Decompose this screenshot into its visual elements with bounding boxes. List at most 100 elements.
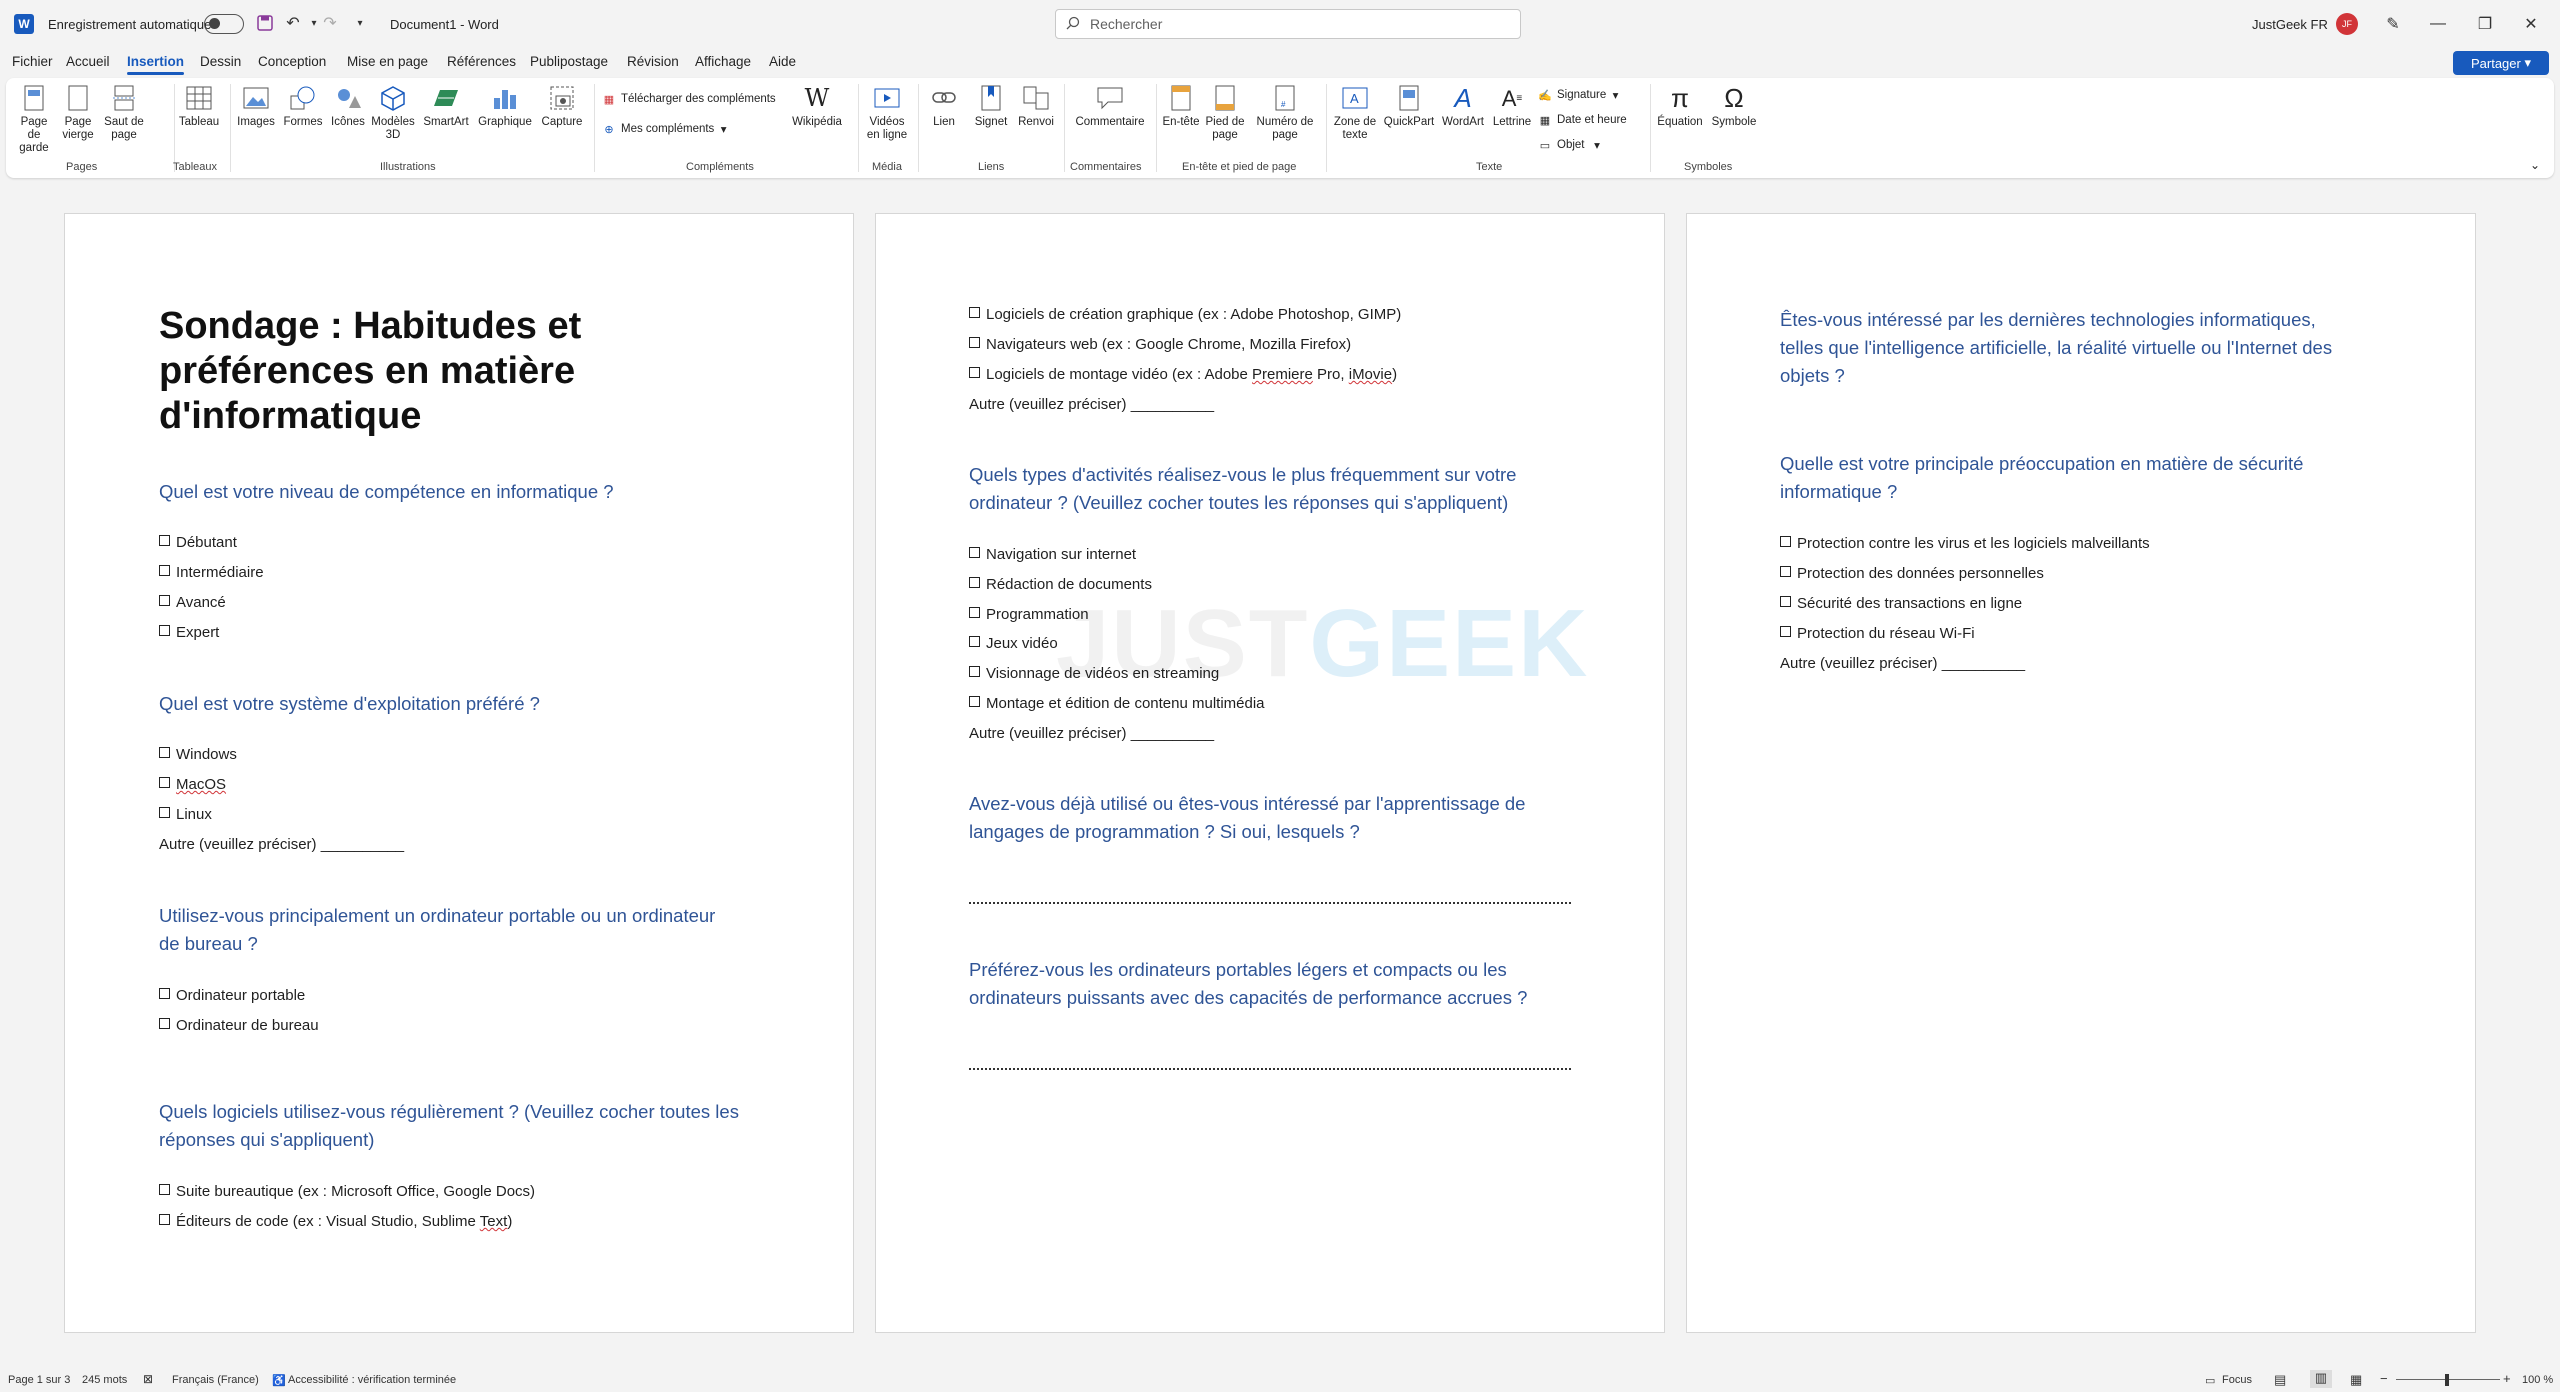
numero-de-page-button[interactable]: # Numéro de page (1252, 84, 1318, 142)
customize-toolbar-icon[interactable]: ▾ (350, 13, 370, 33)
checkbox-option[interactable]: Ordinateur portable (159, 987, 305, 1004)
icones-button[interactable]: Icônes (328, 84, 368, 129)
accessibility-icon[interactable]: ♿ (272, 1374, 286, 1387)
account-name[interactable]: JustGeek FR (2252, 0, 2328, 48)
checkbox-option[interactable]: Protection des données personnelles (1780, 565, 2044, 582)
signet-button[interactable]: Signet (968, 84, 1014, 129)
tab-dessin[interactable]: Dessin (200, 54, 241, 69)
checkbox-option[interactable]: Logiciels de création graphique (ex : Ad… (969, 306, 1401, 323)
close-button[interactable]: ✕ (2508, 0, 2554, 48)
share-button[interactable]: Partager ▾ (2453, 51, 2549, 75)
checkbox-option[interactable]: Logiciels de montage vidéo (ex : Adobe P… (969, 366, 1397, 383)
lettrine-button[interactable]: A ≡ Lettrine (1490, 84, 1534, 129)
search-box[interactable]: Rechercher (1055, 9, 1521, 39)
tab-revision[interactable]: Révision (627, 54, 679, 69)
equation-button[interactable]: π Équation (1654, 84, 1706, 129)
print-layout-icon[interactable]: ▥ (2310, 1370, 2332, 1388)
renvoi-button[interactable]: Renvoi (1014, 84, 1058, 129)
quickpart-button[interactable]: QuickPart (1382, 84, 1436, 129)
zoom-thumb[interactable] (2445, 1374, 2449, 1386)
checkbox-option[interactable]: Montage et édition de contenu multimédia (969, 695, 1265, 712)
tab-aide[interactable]: Aide (769, 54, 796, 69)
other-field[interactable]: Autre (veuillez préciser) __________ (1780, 655, 2025, 672)
zoom-out-icon[interactable]: − (2380, 1371, 2388, 1386)
word-count[interactable]: 245 mots (82, 1374, 127, 1386)
focus-mode[interactable]: Focus (2222, 1374, 2252, 1386)
tab-affichage[interactable]: Affichage (695, 54, 751, 69)
wordart-button[interactable]: A WordArt (1438, 84, 1488, 129)
wikipedia-button[interactable]: W Wikipédia (788, 84, 846, 129)
commentaire-button[interactable]: Commentaire (1070, 84, 1150, 129)
objet-button[interactable]: ▭ Objet ▾ (1538, 138, 1600, 152)
graphique-button[interactable]: Graphique (476, 84, 534, 129)
symbole-button[interactable]: Ω Symbole (1708, 84, 1760, 129)
checkbox-option[interactable]: Visionnage de vidéos en streaming (969, 665, 1219, 682)
tab-fichier[interactable]: Fichier (12, 54, 53, 69)
pied-de-page-button[interactable]: Pied de page (1202, 84, 1248, 142)
checkbox-option[interactable]: Débutant (159, 534, 237, 551)
pen-icon[interactable]: ✎ (2370, 0, 2416, 48)
other-field[interactable]: Autre (veuillez préciser) __________ (969, 396, 1214, 413)
minimize-button[interactable]: — (2415, 0, 2461, 48)
other-field[interactable]: Autre (veuillez préciser) __________ (969, 725, 1214, 742)
lien-button[interactable]: Lien (924, 84, 964, 129)
checkbox-option[interactable]: Navigateurs web (ex : Google Chrome, Moz… (969, 336, 1351, 353)
autosave-toggle[interactable] (204, 0, 244, 48)
images-button[interactable]: Images (234, 84, 278, 129)
zoom-level[interactable]: 100 % (2522, 1374, 2553, 1386)
telecharger-complements-button[interactable]: ▦ Télécharger des compléments (602, 92, 776, 106)
checkbox-option[interactable]: Intermédiaire (159, 564, 264, 581)
proofing-icon[interactable]: ⊠ (143, 1372, 153, 1386)
accessibility-status[interactable]: Accessibilité : vérification terminée (288, 1374, 456, 1386)
date-heure-button[interactable]: ▦ Date et heure (1538, 113, 1627, 127)
tab-accueil[interactable]: Accueil (66, 54, 110, 69)
checkbox-option[interactable]: Jeux vidéo (969, 635, 1058, 652)
formes-button[interactable]: Formes (280, 84, 326, 129)
checkbox-option[interactable]: Expert (159, 624, 219, 641)
checkbox-option[interactable]: Windows (159, 746, 237, 763)
smartart-button[interactable]: SmartArt (420, 84, 472, 129)
checkbox-option[interactable]: MacOS (159, 776, 226, 793)
checkbox-option[interactable]: Navigation sur internet (969, 546, 1136, 563)
language-indicator[interactable]: Français (France) (172, 1374, 259, 1386)
page-de-garde-button[interactable]: Page de garde (14, 84, 54, 155)
checkbox-option[interactable]: Linux (159, 806, 212, 823)
checkbox-option[interactable]: Ordinateur de bureau (159, 1017, 319, 1034)
collapse-ribbon-icon[interactable]: ⌄ (2530, 158, 2540, 172)
videos-en-ligne-button[interactable]: Vidéos en ligne (862, 84, 912, 142)
tab-references[interactable]: Références (447, 54, 516, 69)
mes-complements-button[interactable]: ⊕ Mes compléments ▾ (602, 122, 726, 136)
save-icon[interactable] (255, 13, 275, 33)
checkbox-option[interactable]: Éditeurs de code (ex : Visual Studio, Su… (159, 1213, 512, 1230)
undo-icon[interactable]: ↶ (283, 13, 303, 33)
focus-icon[interactable]: ▭ (2205, 1374, 2215, 1387)
checkbox-option[interactable]: Sécurité des transactions en ligne (1780, 595, 2022, 612)
avatar[interactable]: JF (2336, 13, 2358, 35)
zone-de-texte-button[interactable]: A Zone de texte (1330, 84, 1380, 142)
checkbox-option[interactable]: Protection contre les virus et les logic… (1780, 535, 2150, 552)
signature-button[interactable]: ✍ Signature ▾ (1538, 88, 1618, 102)
answer-line[interactable] (969, 1068, 1571, 1070)
tab-publipostage[interactable]: Publipostage (530, 54, 608, 69)
saut-de-page-button[interactable]: Saut de page (102, 84, 146, 142)
restore-button[interactable]: ❐ (2462, 0, 2508, 48)
tab-mise-en-page[interactable]: Mise en page (347, 54, 428, 69)
checkbox-option[interactable]: Rédaction de documents (969, 576, 1152, 593)
web-layout-icon[interactable]: ▦ (2350, 1372, 2362, 1388)
page-vierge-button[interactable]: Page vierge (58, 84, 98, 142)
checkbox-option[interactable]: Programmation (969, 606, 1089, 623)
checkbox-option[interactable]: Suite bureautique (ex : Microsoft Office… (159, 1183, 535, 1200)
tableau-button[interactable]: Tableau (174, 84, 224, 129)
modeles-3d-button[interactable]: Modèles 3D (370, 84, 416, 142)
other-field[interactable]: Autre (veuillez préciser) __________ (159, 836, 404, 853)
page-count[interactable]: Page 1 sur 3 (8, 1374, 70, 1386)
zoom-in-icon[interactable]: + (2503, 1371, 2511, 1386)
checkbox-option[interactable]: Protection du réseau Wi-Fi (1780, 625, 1975, 642)
capture-button[interactable]: Capture (536, 84, 588, 129)
answer-line[interactable] (969, 902, 1571, 904)
tab-insertion[interactable]: Insertion (127, 54, 185, 75)
en-tete-button[interactable]: En-tête (1162, 84, 1200, 129)
tab-conception[interactable]: Conception (258, 54, 326, 69)
read-mode-icon[interactable]: ▤ (2274, 1372, 2286, 1388)
checkbox-option[interactable]: Avancé (159, 594, 226, 611)
